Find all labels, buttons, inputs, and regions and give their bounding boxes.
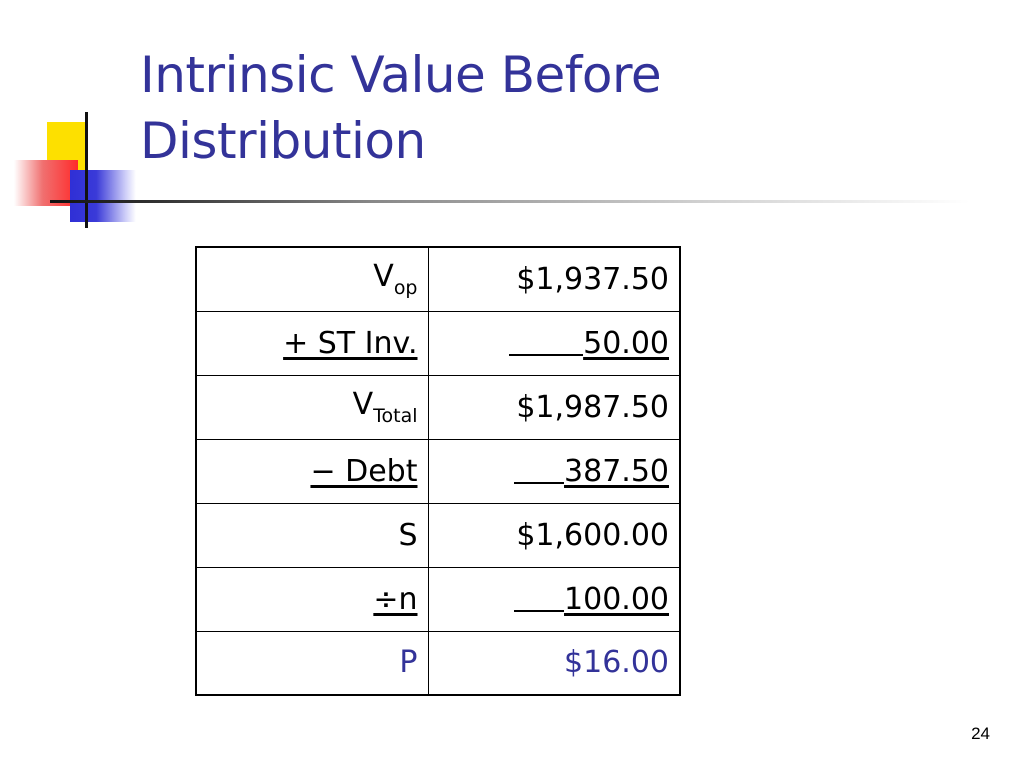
value-cell-st-inv: 50.00: [427, 310, 681, 376]
label-vtotal-main: V: [352, 387, 374, 422]
underline-padding: [509, 353, 584, 356]
table-row-s: S $1,600.00: [195, 502, 681, 568]
table-row-debt: − Debt 387.50: [195, 438, 681, 504]
value-debt: 387.50: [564, 453, 669, 489]
slide-title-line-1: Intrinsic Value Before: [140, 46, 662, 104]
label-vop-subscript: op: [393, 277, 418, 300]
label-vtotal-subscript: Total: [373, 405, 418, 427]
value-cell-s: $1,600.00: [427, 502, 681, 568]
label-cell-vop: Vop: [195, 246, 429, 312]
value-cell-n: 100.00: [427, 566, 681, 632]
logo-blue-square: [70, 170, 136, 222]
table-row-st-inv: + ST Inv. 50.00: [195, 310, 681, 376]
label-cell-st-inv: + ST Inv.: [195, 310, 429, 376]
label-cell-p: P: [195, 630, 429, 696]
table-row-vop: Vop $1,937.50: [195, 246, 681, 312]
label-cell-vtotal: VTotal: [195, 374, 429, 440]
table-row-n: ÷n 100.00: [195, 566, 681, 632]
table-row-vtotal: VTotal $1,987.50: [195, 374, 681, 440]
label-p: P: [399, 645, 418, 681]
underline-padding: [514, 609, 565, 612]
label-debt: − Debt: [310, 453, 418, 489]
table-row-p: P $16.00: [195, 630, 681, 696]
value-cell-vop: $1,937.50: [427, 246, 681, 312]
value-cell-vtotal: $1,987.50: [427, 374, 681, 440]
value-st-inv: 50.00: [583, 325, 669, 361]
label-cell-n: ÷n: [195, 566, 429, 632]
slide-title: Intrinsic Value Before Distribution: [140, 42, 1000, 174]
label-s: S: [398, 517, 418, 553]
label-cell-s: S: [195, 502, 429, 568]
label-n: ÷n: [373, 581, 418, 617]
slide: Intrinsic Value Before Distribution Vop …: [0, 0, 1024, 768]
label-vop-main: V: [373, 259, 394, 295]
value-n: 100.00: [564, 581, 669, 617]
label-cell-debt: − Debt: [195, 438, 429, 504]
title-underline-rule: [50, 200, 970, 203]
value-s: $1,600.00: [516, 517, 669, 553]
slide-title-line-2: Distribution: [140, 112, 426, 170]
value-cell-p: $16.00: [427, 630, 681, 696]
valuation-table: Vop $1,937.50 + ST Inv. 50.00 VTotal $1,…: [195, 246, 681, 696]
value-vop: $1,937.50: [516, 261, 669, 297]
underline-padding: [514, 481, 565, 484]
value-cell-debt: 387.50: [427, 438, 681, 504]
logo-vertical-line: [85, 112, 88, 228]
value-p: $16.00: [564, 645, 669, 681]
label-st-inv: + ST Inv.: [283, 325, 418, 361]
value-vtotal: $1,987.50: [516, 389, 669, 425]
page-number: 24: [971, 724, 990, 743]
